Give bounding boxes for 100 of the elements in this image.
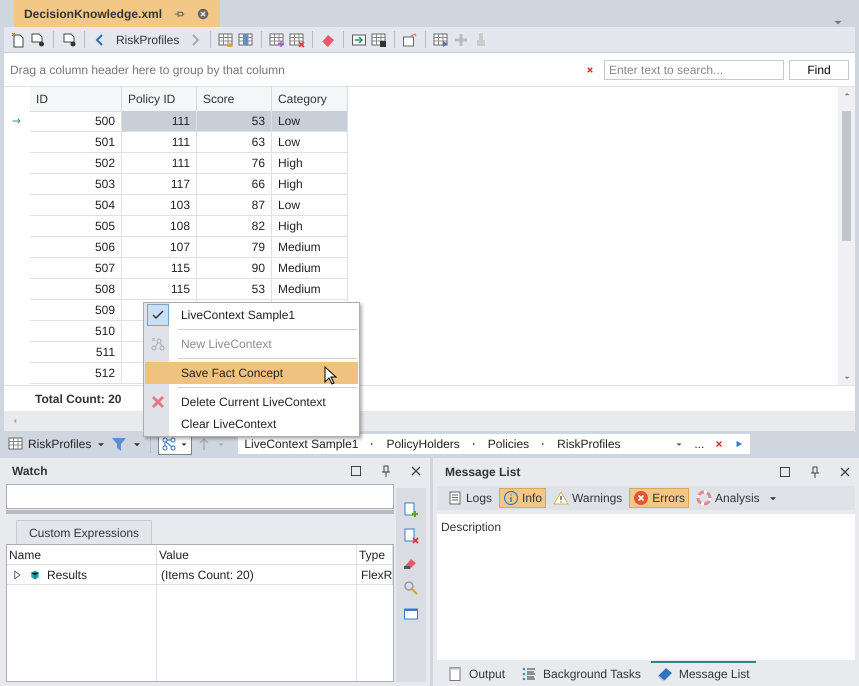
menu-item[interactable]: Clear LiveContext — [145, 413, 358, 435]
scrollbar-thumb[interactable] — [842, 111, 851, 241]
cube-icon — [29, 568, 41, 580]
table-cell: High — [272, 216, 348, 237]
table-label[interactable]: RiskProfiles — [28, 437, 92, 451]
cursor-icon — [324, 366, 338, 386]
table-cell: 103 — [122, 195, 197, 216]
table-cell: (Items Count: 20) — [161, 568, 254, 582]
search-field[interactable]: Enter text to search... — [604, 60, 784, 80]
tab[interactable]: Custom Expressions — [16, 520, 152, 544]
vertical-scrollbar[interactable] — [838, 87, 855, 385]
document-settings-icon[interactable] — [30, 32, 46, 48]
table-cell: 53 — [197, 111, 272, 132]
total-count: Total Count: 20 — [35, 392, 122, 406]
info-icon — [503, 490, 520, 506]
grid-add-icon[interactable] — [269, 32, 286, 48]
warning-icon — [553, 490, 570, 506]
table-cell: 76 — [197, 153, 272, 174]
delete-icon — [150, 394, 166, 410]
column-header[interactable]: Description — [437, 514, 855, 540]
filter-button[interactable]: Info — [499, 488, 546, 508]
maximize-icon[interactable] — [348, 463, 364, 479]
breadcrumb-item[interactable]: RiskProfiles — [557, 437, 621, 451]
table-cell: 502 — [30, 153, 122, 174]
list-icon — [521, 666, 538, 682]
play-icon[interactable] — [734, 439, 744, 449]
menu-item[interactable]: LiveContext Sample1 — [145, 304, 358, 326]
table-cell: 507 — [30, 258, 122, 279]
expression-field[interactable] — [6, 484, 394, 509]
column-header[interactable]: Policy ID — [122, 87, 197, 112]
table-cell: 66 — [197, 174, 272, 195]
table-icon — [8, 436, 24, 452]
column-header[interactable]: Value — [157, 545, 357, 565]
menu-item[interactable]: Save Fact Concept — [145, 362, 358, 384]
table-cell: 63 — [197, 132, 272, 153]
table-cell: 111 — [122, 132, 197, 153]
filter-button[interactable]: Warnings — [549, 488, 626, 508]
table-cell: 115 — [122, 279, 197, 300]
table-cell: 90 — [197, 258, 272, 279]
document-settings-icon[interactable] — [61, 32, 77, 48]
grid-delete-icon[interactable] — [289, 32, 306, 48]
error-icon — [633, 490, 650, 506]
table-cell: 509 — [30, 300, 122, 321]
table-cell: Medium — [272, 258, 348, 279]
column-header[interactable]: Score — [197, 87, 272, 112]
new-document-icon[interactable] — [10, 32, 26, 48]
remove-expression-icon[interactable] — [403, 528, 419, 544]
import-icon[interactable] — [351, 32, 368, 48]
table-cell: 53 — [197, 279, 272, 300]
console-icon[interactable] — [403, 606, 419, 622]
breadcrumb-item[interactable]: Policies — [488, 437, 530, 451]
column-header[interactable]: Type — [357, 545, 393, 565]
grid-save-icon[interactable] — [371, 32, 388, 48]
filter-button[interactable]: Logs — [443, 488, 496, 508]
book-icon — [656, 666, 673, 682]
table-cell: 506 — [30, 237, 122, 258]
maximize-icon[interactable] — [777, 464, 793, 480]
filter-button[interactable]: Errors — [629, 488, 689, 508]
tree-item[interactable]: Results — [47, 568, 88, 582]
table-cell: 505 — [30, 216, 122, 237]
table-cell: FlexR — [361, 568, 392, 582]
close-icon[interactable] — [196, 6, 210, 20]
grid-run-icon[interactable] — [433, 32, 450, 48]
table-cell: High — [272, 174, 348, 195]
find-button[interactable]: Find — [789, 60, 849, 80]
breadcrumb-item[interactable]: LiveContext Sample1 — [244, 437, 358, 451]
table-cell: 115 — [122, 258, 197, 279]
menu-item[interactable]: Delete Current LiveContext — [145, 391, 358, 413]
network-icon — [161, 436, 178, 452]
column-header[interactable]: Category — [272, 87, 348, 112]
table-cell: 111 — [122, 111, 197, 132]
panel-tab[interactable]: Output — [441, 661, 512, 685]
breadcrumb-item[interactable]: PolicyHolders — [386, 437, 460, 451]
breadcrumb-bar[interactable]: LiveContext Sample1 PolicyHolders Policies RiskProfiles ... — [238, 434, 750, 454]
panel-tab[interactable]: Message List — [650, 661, 756, 685]
table-cell: 117 — [122, 174, 197, 195]
toolbar-label: RiskProfiles — [115, 32, 180, 46]
table-cell: 87 — [197, 195, 272, 216]
table-cell: 503 — [30, 174, 122, 195]
column-header[interactable]: Name — [7, 545, 157, 565]
filter-button[interactable]: Analysis — [692, 488, 764, 508]
table-cell: 82 — [197, 216, 272, 237]
checkbox[interactable] — [147, 304, 169, 326]
group-hint: Drag a column header here to group by that column — [10, 62, 286, 76]
grid-columns-icon[interactable] — [238, 32, 254, 48]
log-icon — [447, 490, 463, 506]
more-button[interactable]: ... — [694, 437, 704, 451]
document-icon — [447, 666, 463, 682]
add-expression-icon[interactable] — [403, 502, 419, 518]
document-tab[interactable]: DecisionKnowledge.xml — [14, 0, 220, 27]
table-cell: 508 — [30, 279, 122, 300]
column-header[interactable]: ID — [30, 87, 122, 112]
panel-title: Message List — [445, 465, 522, 479]
grid-warning-icon[interactable] — [218, 32, 234, 48]
panel-tab[interactable]: Background Tasks — [515, 661, 647, 685]
table-cell: Low — [272, 132, 348, 153]
table-cell: 79 — [197, 237, 272, 258]
table-cell: 108 — [122, 216, 197, 237]
clear-icon[interactable] — [714, 439, 724, 449]
table-cell: High — [272, 153, 348, 174]
